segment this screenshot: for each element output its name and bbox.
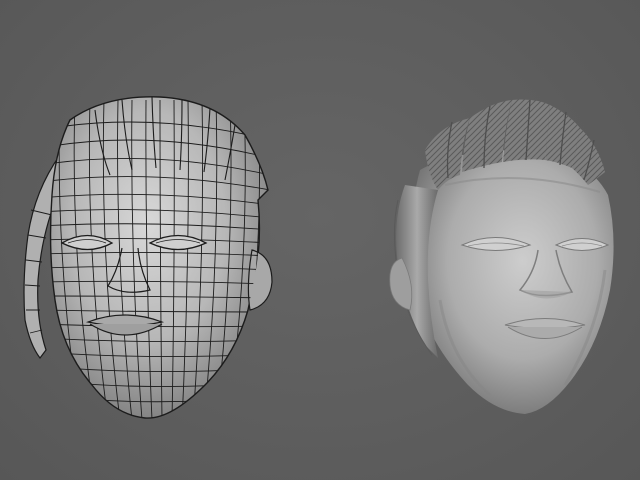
face-surface [411, 150, 614, 414]
render-canvas [23, 96, 614, 419]
wireframe-head-model [23, 96, 273, 419]
head-surface [49, 96, 269, 419]
render-viewport [0, 0, 640, 480]
ear [247, 249, 273, 311]
sculpt-head-model [389, 99, 614, 414]
